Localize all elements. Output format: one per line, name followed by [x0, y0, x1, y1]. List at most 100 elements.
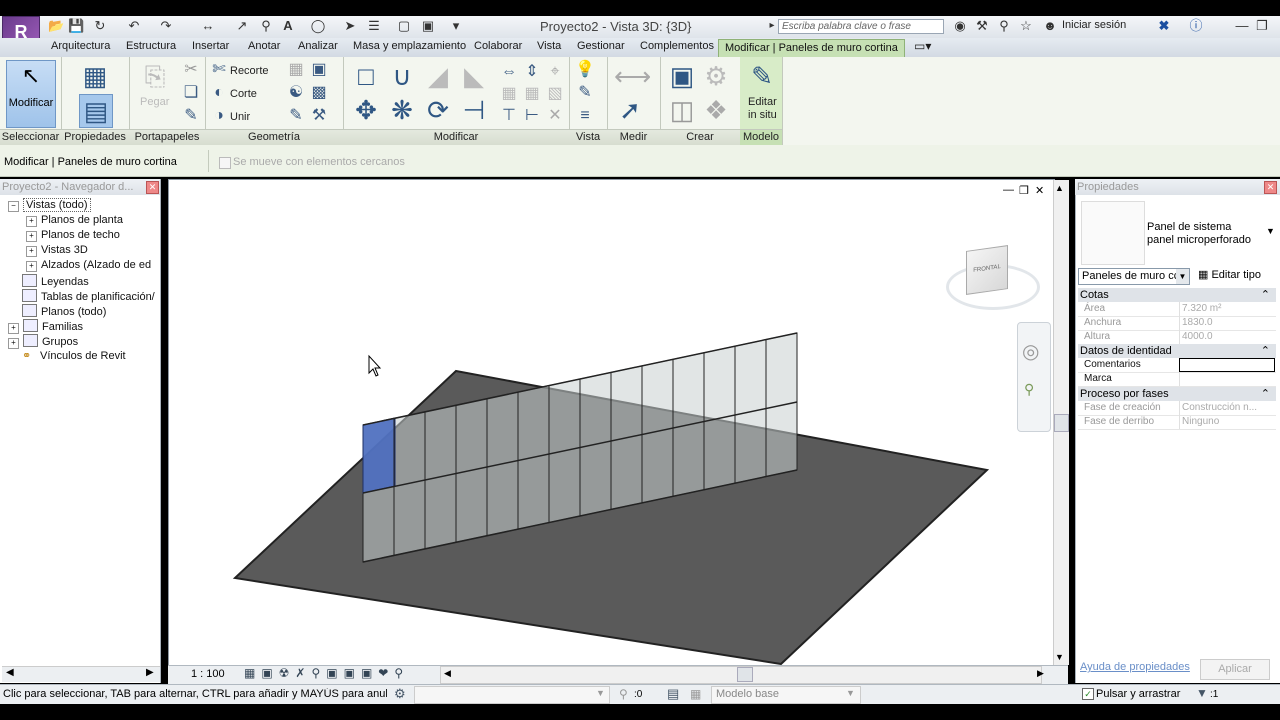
split-face-icon[interactable]: ▣ [308, 60, 330, 80]
tree-item-alzados[interactable]: + Alzados (Alzado de ed [26, 259, 158, 272]
mirror-draw-icon[interactable]: ◣ [458, 60, 490, 92]
workset-chevron-icon[interactable]: ▼ [596, 688, 605, 698]
similar-icon[interactable]: ❖ [700, 94, 732, 126]
scroll-down-icon[interactable]: ▼ [1055, 652, 1064, 662]
override-graphics-icon[interactable]: ✎ [574, 83, 596, 103]
exchange-apps-icon[interactable]: ✖ [1156, 18, 1172, 34]
rotate-icon[interactable]: ⟳ [422, 94, 454, 126]
close-hidden-icon[interactable]: ▢ [396, 18, 412, 34]
hide-bulb-icon[interactable]: 💡 [574, 60, 596, 80]
design-options-icon[interactable]: ▤ [667, 686, 679, 702]
hscroll-right-icon[interactable]: ▶ [1037, 668, 1044, 679]
open-icon[interactable]: 📂 [48, 18, 64, 34]
move-with-nearby-checkbox[interactable] [219, 157, 231, 169]
scroll-right-icon[interactable]: ▶ [146, 667, 154, 678]
tab-insertar[interactable]: Insertar [192, 40, 229, 52]
remove-paint-icon[interactable]: ✎ [285, 106, 307, 126]
tag-icon[interactable]: ⚲ [258, 18, 274, 34]
properties-icon[interactable]: ▤ [79, 94, 113, 128]
trim-single-icon[interactable]: ⊢ [521, 106, 543, 126]
recorte-button[interactable]: Recorte [230, 65, 269, 77]
group-identidad[interactable]: Datos de identidad ⌃ [1078, 344, 1276, 358]
tab-arquitectura[interactable]: Arquitectura [51, 40, 110, 52]
close-icon[interactable]: ✕ [146, 181, 159, 194]
tab-vista[interactable]: Vista [537, 40, 561, 52]
communication-icon[interactable]: ⚲ [996, 18, 1012, 34]
panel-label-propiedades[interactable]: Propiedades [61, 129, 129, 146]
in-situ-label[interactable]: in situ [748, 109, 777, 121]
comentarios-input[interactable] [1179, 358, 1275, 372]
workset-select[interactable] [414, 686, 610, 704]
pick-icon[interactable]: ⚒ [308, 106, 330, 126]
user-icon[interactable]: ☻ [1042, 18, 1058, 34]
search-input[interactable]: Escriba palabra clave o frase [778, 19, 944, 34]
array-icon[interactable]: ▦ [498, 84, 520, 104]
cut-icon[interactable]: ✂ [180, 60, 202, 80]
subscription-icon[interactable]: ⚒ [974, 18, 990, 34]
scale-label[interactable]: 1 : 100 [191, 668, 225, 680]
group-cotas[interactable]: Cotas ⌃ [1078, 288, 1276, 302]
create-parts-icon[interactable]: ⚙ [700, 60, 732, 92]
scroll-left-icon[interactable]: ◀ [6, 667, 14, 678]
panel-label-portapapeles[interactable]: Portapapeles [129, 129, 205, 146]
paste-icon[interactable]: ⎘ [139, 60, 171, 92]
paint-icon[interactable]: ▩ [308, 83, 330, 103]
panel-label-modelo[interactable]: Modelo [740, 129, 782, 146]
vscroll-thumb[interactable] [1054, 414, 1069, 432]
linework-icon[interactable]: ≡ [574, 106, 596, 126]
split-gap-icon[interactable]: ⇕ [521, 62, 543, 82]
modificar-button[interactable]: ↖ Modificar [6, 60, 56, 128]
tree-item-vistas[interactable]: − Vistas (todo) [8, 198, 91, 212]
tree-item-planos[interactable]: Planos (todo) [22, 304, 106, 318]
panel-label-modificar[interactable]: Modificar [343, 129, 569, 146]
favorites-star-icon[interactable]: ☆ [1018, 18, 1034, 34]
editable-only-icon[interactable]: ⚲ [619, 687, 628, 701]
text-icon[interactable]: A [280, 18, 296, 34]
split-element-icon[interactable]: ⇔ [498, 62, 520, 82]
editar-label[interactable]: Editar [748, 96, 777, 108]
tab-colaborar[interactable]: Colaborar [474, 40, 522, 52]
trim-extend-icon[interactable]: ⊣ [458, 94, 490, 126]
corte-button[interactable]: Corte [230, 88, 257, 100]
model-chevron-icon[interactable]: ▼ [846, 688, 855, 698]
zoom-region-icon[interactable]: ⚲ [1024, 381, 1034, 398]
undo-icon[interactable]: ↶ [126, 18, 142, 34]
delete-icon[interactable]: ✕ [544, 106, 566, 126]
tree-item-grupos[interactable]: + Grupos [8, 334, 78, 349]
hscroll-thumb[interactable] [737, 667, 753, 682]
marca-input[interactable] [1179, 372, 1275, 386]
viewport-minimize-icon[interactable]: — [1003, 184, 1014, 196]
match-properties-icon[interactable]: ✎ [180, 106, 202, 126]
viewport-close-icon[interactable]: ✕ [1035, 184, 1044, 197]
copy-element-icon[interactable]: ❋ [386, 94, 418, 126]
join-icon[interactable]: ◑ [208, 106, 230, 126]
3d-view-icon[interactable]: ◯ [310, 18, 326, 34]
binoculars-icon[interactable]: ◉ [952, 18, 968, 34]
panel-label-seleccionar[interactable]: Seleccionar [0, 129, 61, 146]
demolish-icon[interactable]: ☯ [285, 83, 307, 103]
tree-item-tablas[interactable]: Tablas de planificación/ [22, 289, 158, 303]
unir-button[interactable]: Unir [230, 111, 250, 123]
unpin-icon[interactable]: ▧ [544, 84, 566, 104]
switch-windows-icon[interactable]: ▣ [420, 18, 436, 34]
measure-icon[interactable]: ↔ [200, 18, 216, 34]
exclude-options-icon[interactable]: ▦ [690, 687, 701, 701]
cut-geometry-icon[interactable]: ◐ [208, 83, 230, 103]
measure-distance-icon[interactable]: ⟷ [614, 60, 651, 92]
tree-item-familias[interactable]: + Familias [8, 319, 83, 334]
browser-hscroll[interactable] [2, 666, 160, 682]
tree-item-vinculos[interactable]: ⚭ Vínculos de Revit [22, 349, 126, 362]
section-icon[interactable]: ➤ [342, 18, 358, 34]
panel-label-geometria[interactable]: Geometría [205, 129, 343, 146]
pin-icon[interactable]: ⌖ [544, 62, 566, 82]
group-fases[interactable]: Proceso por fases ⌃ [1078, 387, 1276, 401]
qat-dropdown-icon[interactable]: ▾ [448, 18, 464, 34]
viewcube[interactable]: FRONTAL [966, 245, 1008, 295]
offset-icon[interactable]: ∪ [386, 60, 418, 92]
save-icon[interactable]: 💾 [68, 18, 84, 34]
tab-complementos[interactable]: Complementos [640, 40, 714, 52]
filter-icon[interactable]: ▼ [1196, 686, 1208, 700]
mirror-axis-icon[interactable]: ◢ [422, 60, 454, 92]
tab-analizar[interactable]: Analizar [298, 40, 338, 52]
edit-in-place-icon[interactable]: ✎ [746, 60, 778, 92]
